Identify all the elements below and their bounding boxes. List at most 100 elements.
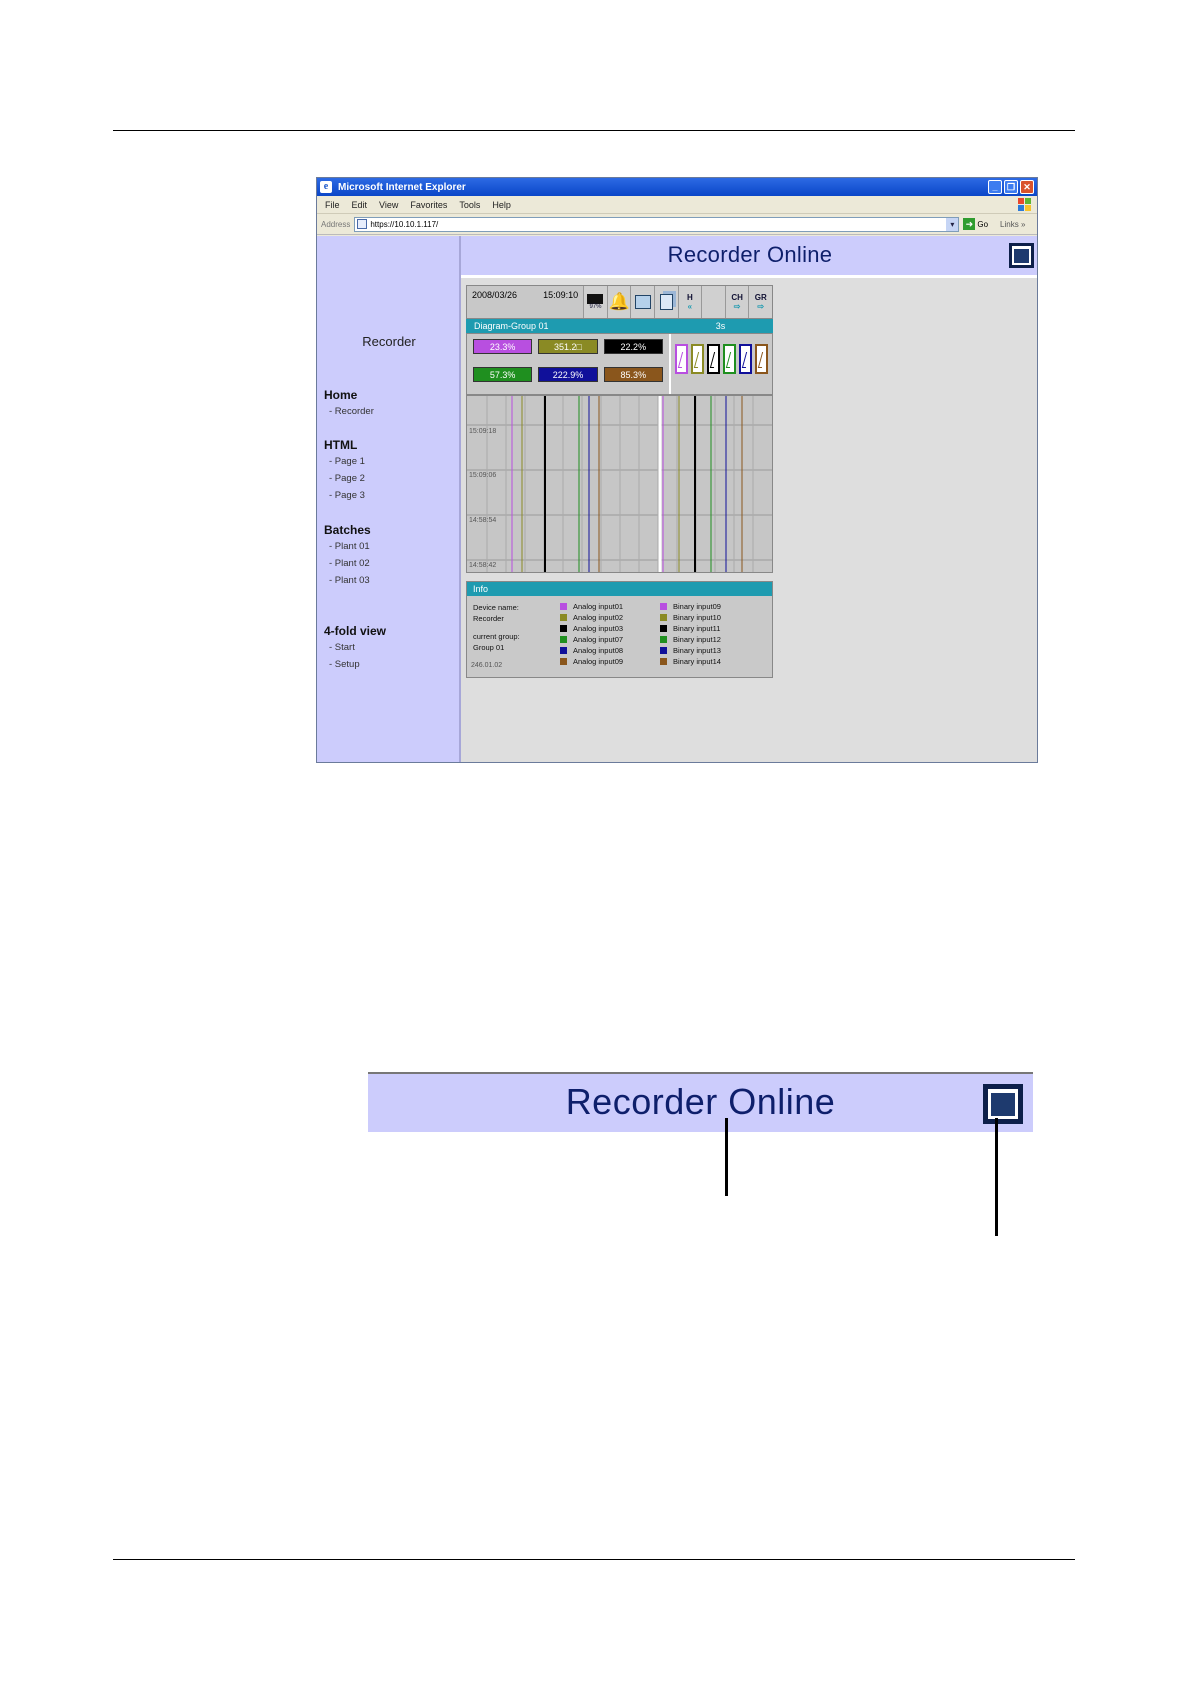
color-swatch — [560, 625, 567, 632]
color-swatch — [660, 625, 667, 632]
sidebar: Recorder Home - Recorder HTML - Page 1 -… — [317, 236, 461, 762]
legend-label: Analog input03 — [573, 624, 624, 633]
address-label: Address — [321, 219, 351, 229]
nav-page-2[interactable]: - Page 2 — [329, 473, 365, 484]
legend-label: Analog input08 — [573, 646, 624, 655]
address-dropdown-icon[interactable]: ▾ — [946, 217, 959, 231]
address-input[interactable]: https://10.10.1.117/ ▾ — [354, 216, 960, 232]
channel-value: 351.2□ — [538, 339, 598, 354]
legend-label: Analog input01 — [573, 602, 624, 611]
nav-plant-03[interactable]: - Plant 03 — [329, 575, 370, 586]
page-header: Recorder Online — [461, 236, 1037, 278]
title-callout-line — [725, 1118, 728, 1196]
device-label: Device name: — [473, 603, 519, 612]
pages-icon — [659, 294, 673, 310]
go-button[interactable]: ➜ Go — [963, 218, 988, 230]
nav-home[interactable]: Home — [324, 388, 357, 402]
nav-setup[interactable]: - Setup — [329, 659, 360, 670]
legend-item: Binary input13 — [660, 645, 721, 656]
window-icon — [988, 1089, 1018, 1119]
color-swatch — [660, 647, 667, 654]
bell-icon: 🔔 — [608, 292, 630, 311]
channel-value: 222.9% — [538, 367, 598, 382]
legend-item: Analog input02 — [560, 612, 623, 623]
memory-percent: 97% — [589, 304, 602, 310]
legend-label: Binary input13 — [673, 646, 721, 655]
page-title: Recorder Online — [667, 242, 833, 267]
main-area: Recorder Online 2008/03/26 15:09:10 97% … — [461, 236, 1037, 762]
event-list-button[interactable] — [630, 286, 654, 318]
bottom-rule — [113, 1559, 1075, 1560]
legend-label: Binary input11 — [673, 624, 721, 633]
recorder-time: 15:09:10 — [543, 290, 579, 300]
nav-page-3[interactable]: - Page 3 — [329, 490, 365, 501]
trend-chart: 15:09:18 15:09:06 14:58:54 14:58:42 — [466, 395, 773, 573]
time-label: 14:58:42 — [469, 562, 497, 569]
binary-indicator — [675, 344, 688, 374]
recorder-toolbar: 2008/03/26 15:09:10 97% 🔔 H « CH ⇨ GR ⇨ — [466, 285, 773, 319]
title-bar: e Microsoft Internet Explorer _ ❐ ✕ — [317, 178, 1037, 196]
history-button[interactable]: H « — [677, 286, 702, 318]
close-button[interactable]: ✕ — [1020, 180, 1034, 194]
legend-label: Binary input10 — [673, 613, 721, 622]
color-swatch — [560, 658, 567, 665]
menu-help[interactable]: Help — [492, 200, 511, 210]
arrow-right-icon: ⇨ — [733, 302, 741, 311]
menu-favorites[interactable]: Favorites — [410, 200, 447, 210]
page-select-button[interactable] — [653, 286, 678, 318]
legend-item: Binary input11 — [660, 623, 720, 634]
color-swatch — [660, 614, 667, 621]
channel-button[interactable]: CH ⇨ — [724, 286, 749, 318]
binary-indicator — [755, 344, 768, 374]
time-label: 14:58:54 — [469, 517, 497, 524]
links-button[interactable]: Links » — [1000, 220, 1025, 229]
legend-item: Analog input01 — [560, 601, 623, 612]
recorder-date: 2008/03/26 — [472, 290, 518, 300]
page-icon — [357, 219, 368, 229]
rewind-icon: « — [687, 302, 693, 311]
go-arrow-icon: ➜ — [963, 218, 976, 230]
legend-item: Binary input12 — [660, 634, 721, 645]
color-swatch — [660, 636, 667, 643]
detail-title: Recorder Online — [565, 1081, 836, 1122]
header-detail: Recorder Online — [368, 1072, 1033, 1132]
binary-indicator — [707, 344, 720, 374]
button-callout-line — [995, 1118, 998, 1236]
memory-button[interactable]: 97% — [583, 286, 607, 318]
nav-html[interactable]: HTML — [324, 438, 357, 452]
menu-view[interactable]: View — [379, 200, 398, 210]
nav-plant-01[interactable]: - Plant 01 — [329, 541, 370, 552]
nav-plant-02[interactable]: - Plant 02 — [329, 558, 370, 569]
group-button[interactable]: GR ⇨ — [748, 286, 773, 318]
nav-recorder[interactable]: - Recorder — [329, 406, 374, 417]
nav-page-1[interactable]: - Page 1 — [329, 456, 365, 467]
empty-button — [701, 286, 725, 318]
interval-label: 3s — [715, 321, 726, 331]
window-icon — [1012, 246, 1031, 265]
version-label: 246.01.02 — [471, 662, 503, 669]
top-rule — [113, 130, 1075, 131]
menu-file[interactable]: File — [325, 200, 340, 210]
alarm-button[interactable]: 🔔 — [606, 286, 631, 318]
color-swatch — [660, 603, 667, 610]
detail-full-screen-button[interactable] — [983, 1084, 1023, 1124]
info-box: Info Device name: Recorder current group… — [466, 581, 773, 678]
nav-start[interactable]: - Start — [329, 642, 355, 653]
legend-label: Binary input12 — [673, 635, 721, 644]
nav-batches[interactable]: Batches — [324, 523, 371, 537]
group-name: Diagram-Group 01 — [474, 321, 549, 331]
legend-item: Analog input03 — [560, 623, 623, 634]
group-value: Group 01 — [473, 643, 505, 652]
internet-explorer-icon: e — [320, 181, 332, 193]
nav-4-fold-view[interactable]: 4-fold view — [324, 624, 386, 638]
legend-item: Binary input10 — [660, 612, 721, 623]
legend-item: Analog input07 — [560, 634, 623, 645]
menu-edit[interactable]: Edit — [352, 200, 368, 210]
legend-item: Analog input08 — [560, 645, 623, 656]
menu-tools[interactable]: Tools — [459, 200, 480, 210]
full-screen-button[interactable] — [1009, 243, 1034, 268]
minimize-button[interactable]: _ — [988, 180, 1002, 194]
restore-button[interactable]: ❐ — [1004, 180, 1018, 194]
menu-bar: File Edit View Favorites Tools Help — [317, 196, 1037, 214]
sidebar-title: Recorder — [362, 334, 416, 349]
